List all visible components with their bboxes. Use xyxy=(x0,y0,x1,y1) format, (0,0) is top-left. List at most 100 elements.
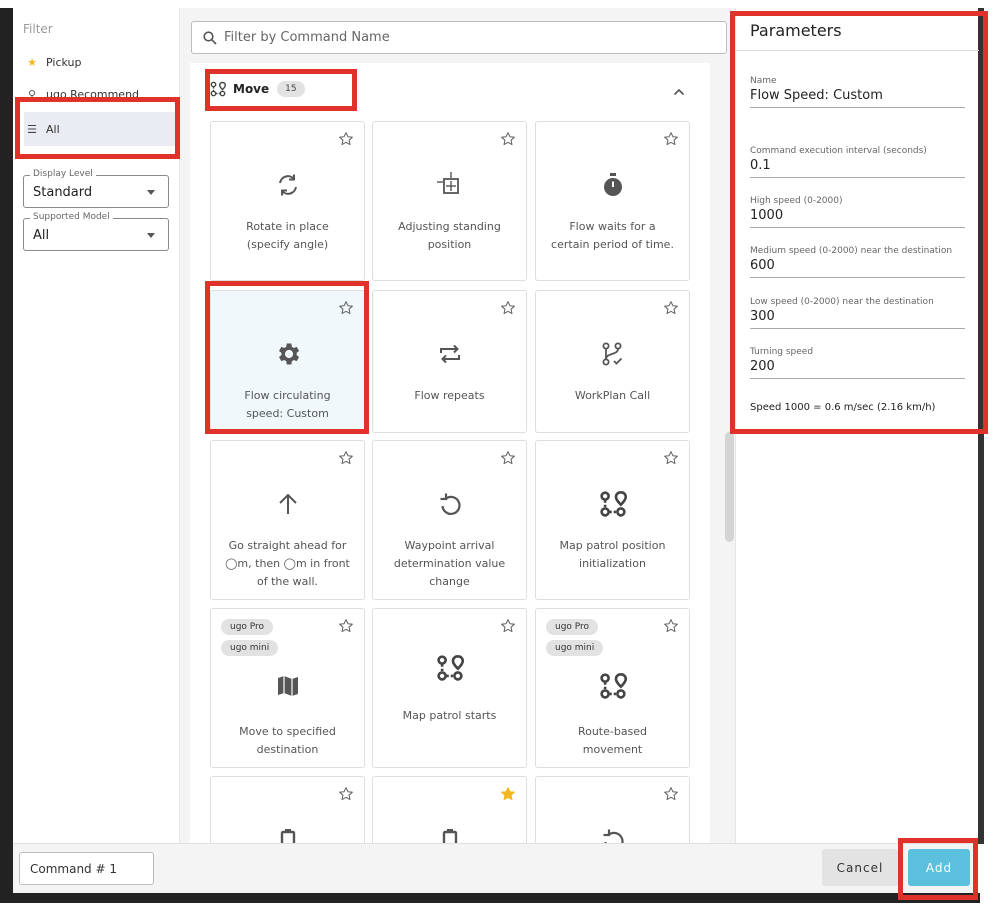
sidebar-item-all[interactable]: ☰ All xyxy=(24,112,180,146)
star-icon[interactable] xyxy=(663,786,679,802)
star-icon[interactable] xyxy=(663,300,679,316)
command-card[interactable] xyxy=(210,776,365,843)
command-name-input[interactable]: Command # 1 xyxy=(19,852,154,885)
section-header-move[interactable]: Move 15 xyxy=(210,81,305,97)
supported-model-select[interactable]: Supported Model All xyxy=(23,212,169,251)
command-card[interactable]: ugo Pro ugo mini Route-based movement xyxy=(535,608,690,768)
command-name-value: Command # 1 xyxy=(30,861,117,876)
star-icon[interactable] xyxy=(663,450,679,466)
field-value: Flow Speed: Custom xyxy=(750,88,883,103)
field-label: Command execution interval (seconds) xyxy=(750,146,927,156)
repeat-icon xyxy=(373,339,526,369)
field-label: High speed (0-2000) xyxy=(750,196,843,206)
command-card[interactable]: Map patrol position initialization xyxy=(535,440,690,600)
turning-speed-field[interactable]: Turning speed 200 xyxy=(750,347,965,379)
battery-icon xyxy=(211,825,364,843)
speed-note: Speed 1000 = 0.6 m/sec (2.16 km/h) xyxy=(750,402,936,413)
supported-model-value: All xyxy=(33,228,50,243)
timer-icon xyxy=(536,170,689,200)
command-card[interactable]: Rotate in place (specify angle) xyxy=(210,121,365,281)
adjust-position-icon xyxy=(373,170,526,200)
add-button[interactable]: Add xyxy=(908,849,970,886)
low-speed-field[interactable]: Low speed (0-2000) near the destination … xyxy=(750,297,965,329)
model-tag: ugo mini xyxy=(546,640,604,656)
map-icon xyxy=(211,671,364,701)
command-card[interactable]: Waypoint arrival determination value cha… xyxy=(372,440,527,600)
field-label: Low speed (0-2000) near the destination xyxy=(750,297,934,307)
command-card[interactable]: Flow waits for a certain period of time. xyxy=(535,121,690,281)
search-icon xyxy=(203,30,217,45)
star-icon: ★ xyxy=(27,55,37,69)
supported-model-legend: Supported Model xyxy=(30,212,113,222)
window-left-edge xyxy=(0,8,13,903)
field-value: 1000 xyxy=(750,208,784,223)
command-card[interactable] xyxy=(535,776,690,843)
command-card-label: Move to specified destination xyxy=(239,725,336,756)
display-level-select[interactable]: Display Level Standard xyxy=(23,169,169,208)
model-tag: ugo Pro xyxy=(546,619,599,635)
medium-speed-field[interactable]: Medium speed (0-2000) near the destinati… xyxy=(750,246,965,278)
thumb-icon: ⚲ xyxy=(27,88,37,101)
sidebar-item-pickup[interactable]: ★ Pickup xyxy=(24,45,180,79)
command-card-label: Route-based movement xyxy=(577,725,648,756)
model-tag: ugo Pro xyxy=(221,619,274,635)
chevron-down-icon xyxy=(147,190,155,195)
chevron-down-icon xyxy=(147,233,155,238)
filter-sidebar: Filter ★ Pickup ⚲ ugo Recommend ☰ All Di… xyxy=(13,8,180,843)
star-icon[interactable] xyxy=(663,131,679,147)
star-icon[interactable] xyxy=(338,131,354,147)
command-card[interactable]: ugo Pro ugo mini Move to specified destina… xyxy=(210,608,365,768)
sidebar-item-ugo-recommend[interactable]: ⚲ ugo Recommend xyxy=(24,78,180,106)
cancel-button[interactable]: Cancel xyxy=(822,849,898,886)
command-card-label: WorkPlan Call xyxy=(574,389,651,402)
command-list-area: Filter by Command Name Move 15 Rotate in… xyxy=(180,8,735,843)
star-icon[interactable] xyxy=(663,618,679,634)
star-icon[interactable] xyxy=(500,131,516,147)
field-label: Turning speed xyxy=(750,347,814,357)
star-icon[interactable] xyxy=(500,618,516,634)
parameters-panel: Parameters Name Flow Speed: Custom Comma… xyxy=(735,8,979,844)
command-card[interactable]: Flow repeats xyxy=(372,290,527,433)
high-speed-field[interactable]: High speed (0-2000) 1000 xyxy=(750,196,965,228)
sidebar-item-label: Pickup xyxy=(46,55,82,69)
rotate-left-icon xyxy=(536,825,689,843)
star-icon[interactable] xyxy=(500,450,516,466)
sidebar-item-label: ugo Recommend xyxy=(46,88,140,101)
command-list-panel: Move 15 Rotate in place (specify angle) A… xyxy=(190,63,710,843)
command-card[interactable]: Flow circulating speed: Custom xyxy=(210,290,365,433)
star-icon[interactable] xyxy=(338,300,354,316)
command-card[interactable] xyxy=(372,776,527,843)
display-level-value: Standard xyxy=(33,185,93,200)
star-icon[interactable] xyxy=(500,786,516,802)
arrow-up-icon xyxy=(211,489,364,519)
field-label: Medium speed (0-2000) near the destinati… xyxy=(750,246,953,256)
interval-field[interactable]: Command execution interval (seconds) 0.1 xyxy=(750,146,965,178)
star-icon[interactable] xyxy=(338,786,354,802)
rotate-left-icon xyxy=(373,489,526,519)
chevron-up-icon[interactable] xyxy=(673,85,685,99)
star-icon[interactable] xyxy=(338,450,354,466)
window-top-edge xyxy=(0,0,1002,8)
section-title: Move xyxy=(233,82,270,96)
command-card[interactable]: Go straight ahead for ◯m, then ◯m in fro… xyxy=(210,440,365,600)
rotate-icon xyxy=(211,170,364,200)
list-scrollbar[interactable] xyxy=(725,432,734,542)
search-input[interactable]: Filter by Command Name xyxy=(191,21,727,54)
command-card[interactable]: WorkPlan Call xyxy=(535,290,690,433)
filter-title: Filter xyxy=(23,22,53,36)
field-value: 200 xyxy=(750,359,775,374)
command-card-label: Go straight ahead for ◯m, then ◯m in fro… xyxy=(225,539,350,588)
section-count-badge: 15 xyxy=(277,81,305,97)
command-card-label: Flow repeats xyxy=(414,389,485,402)
route-icon xyxy=(536,489,689,519)
dialog-footer: Command # 1 Cancel Add xyxy=(13,843,978,893)
command-card[interactable]: Adjusting standing position xyxy=(372,121,527,281)
star-icon[interactable] xyxy=(338,618,354,634)
star-icon[interactable] xyxy=(500,300,516,316)
field-label: Name xyxy=(750,76,777,86)
command-card-label: Adjusting standing position xyxy=(398,220,501,251)
name-field[interactable]: Name Flow Speed: Custom xyxy=(750,76,965,108)
route-icon xyxy=(536,671,689,701)
command-card[interactable]: Map patrol starts xyxy=(372,608,527,768)
branch-icon xyxy=(536,339,689,369)
